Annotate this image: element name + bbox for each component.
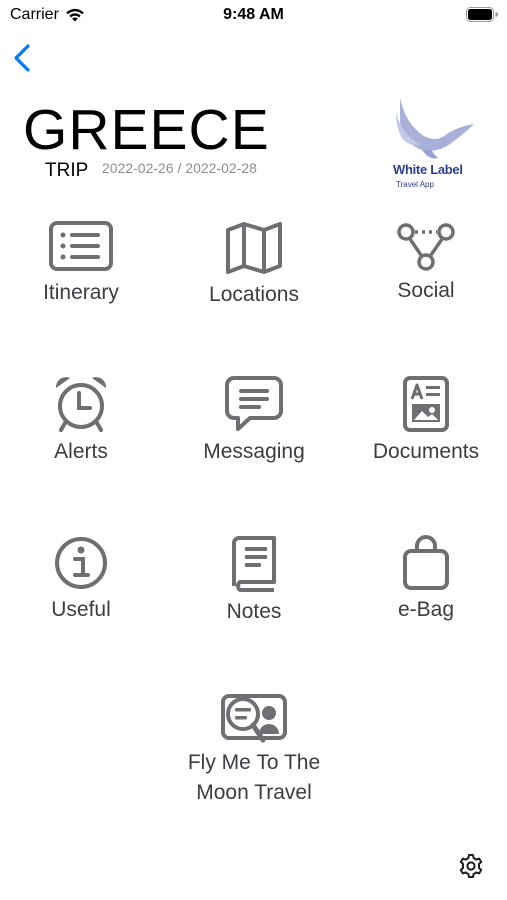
menu-social[interactable]: Social bbox=[351, 220, 501, 330]
menu-label: Alerts bbox=[54, 440, 108, 463]
menu-locations[interactable]: Locations bbox=[179, 220, 329, 330]
menu-label: Social bbox=[397, 279, 455, 302]
settings-button[interactable] bbox=[458, 853, 484, 879]
menu-label: Itinerary bbox=[43, 281, 119, 304]
chevron-left-icon bbox=[14, 44, 30, 72]
menu-label: Messaging bbox=[203, 440, 305, 463]
menu-label: Useful bbox=[51, 598, 111, 621]
list-icon bbox=[49, 221, 113, 271]
brand-tagline: Travel App bbox=[396, 180, 434, 189]
agency-search-icon bbox=[221, 694, 287, 743]
status-bar: Carrier 9:48 AM bbox=[0, 0, 507, 32]
info-icon bbox=[55, 537, 107, 589]
gear-icon bbox=[459, 854, 483, 878]
trip-subtitle: TRIP bbox=[45, 160, 89, 181]
menu-label: Documents bbox=[372, 440, 480, 463]
menu-fly-me-to-the-moon-travel[interactable]: Fly Me To The Moon Travel bbox=[170, 692, 338, 812]
bag-icon bbox=[403, 535, 449, 590]
menu-documents[interactable]: Documents bbox=[351, 375, 501, 485]
document-icon bbox=[403, 376, 449, 432]
trip-title: GREECE bbox=[23, 98, 270, 162]
menu-notes[interactable]: Notes bbox=[179, 535, 329, 645]
menu-messaging[interactable]: Messaging bbox=[179, 375, 329, 485]
network-icon bbox=[397, 223, 455, 271]
menu-useful[interactable]: Useful bbox=[6, 535, 156, 645]
battery-icon bbox=[466, 7, 498, 22]
menu-label: Locations bbox=[209, 283, 299, 306]
trip-dates: 2022-02-26 / 2022-02-28 bbox=[102, 160, 257, 176]
map-icon bbox=[226, 222, 282, 274]
book-icon bbox=[232, 536, 276, 592]
back-button[interactable] bbox=[8, 40, 38, 76]
menu-alerts[interactable]: Alerts bbox=[6, 375, 156, 485]
menu-itinerary[interactable]: Itinerary bbox=[6, 220, 156, 330]
menu-ebag[interactable]: e-Bag bbox=[351, 535, 501, 645]
chat-bubble-icon bbox=[225, 376, 283, 431]
brand-name: White Label bbox=[393, 162, 463, 177]
status-time: 9:48 AM bbox=[223, 6, 284, 23]
alarm-clock-icon bbox=[55, 377, 107, 432]
menu-label-line1: Fly Me To The bbox=[187, 751, 321, 774]
menu-label: e-Bag bbox=[397, 598, 455, 621]
menu-label-line2: Moon Travel bbox=[196, 781, 312, 804]
menu-label: Notes bbox=[226, 600, 282, 623]
